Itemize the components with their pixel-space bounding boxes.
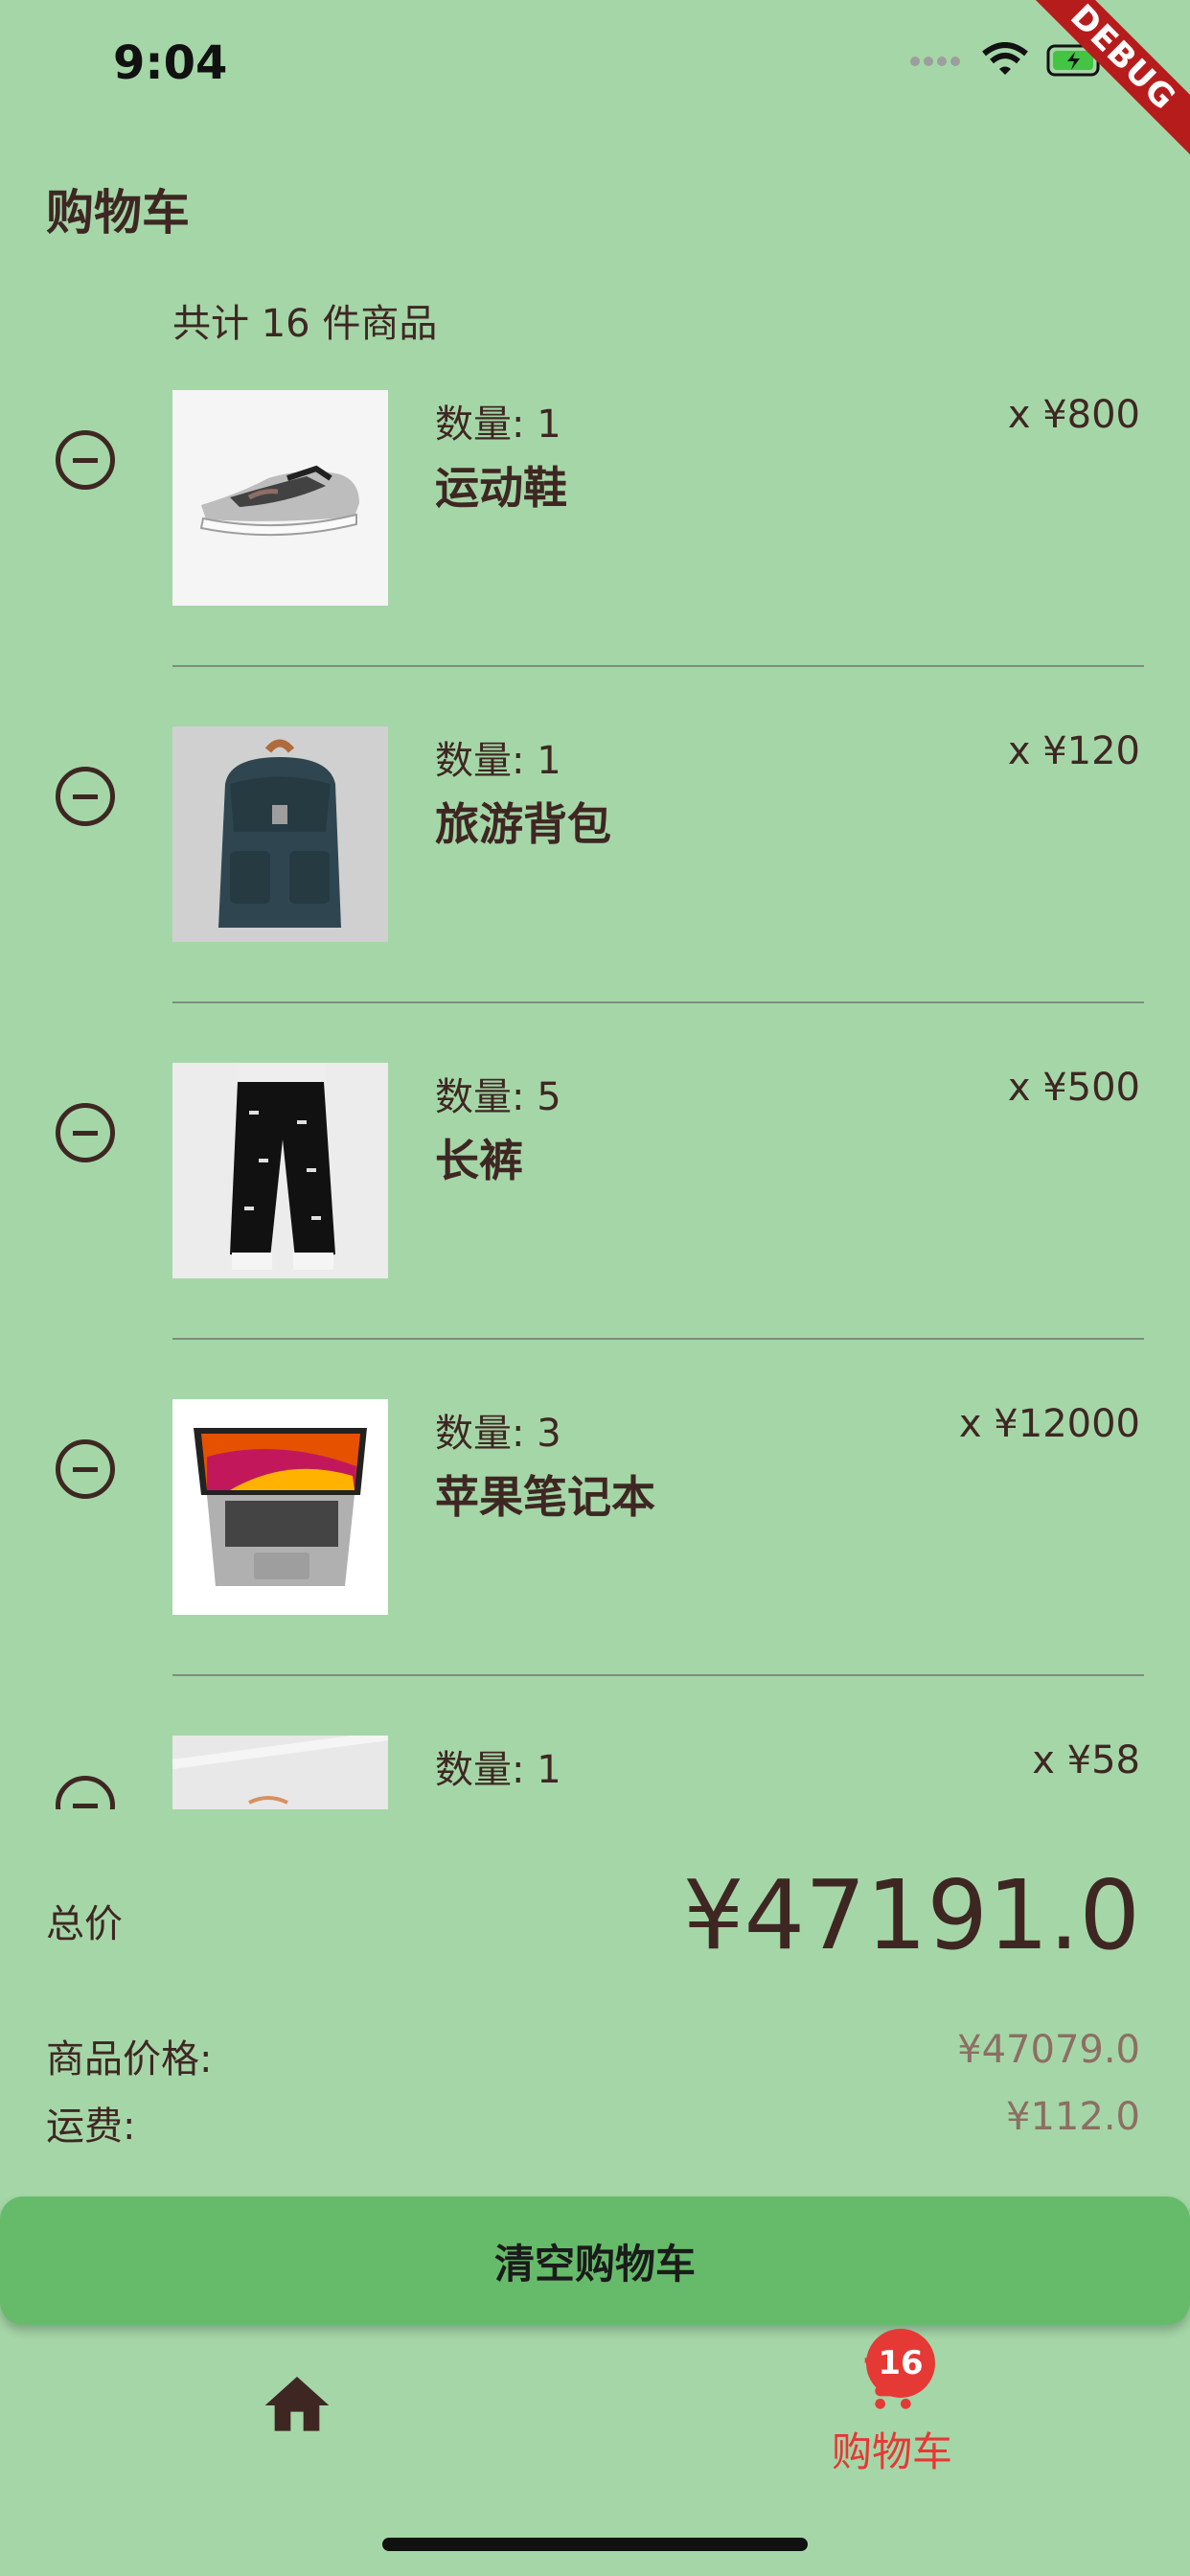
nav-cart-label: 购物车 — [832, 2428, 953, 2475]
status-icons — [908, 42, 1108, 82]
item-count-text: 共计 16 件商品 — [172, 302, 438, 346]
cart-item-row: 数量: 1 旅游背包 x ¥120 — [0, 701, 1190, 1037]
cart-item-row: 数量: 3 苹果笔记本 x ¥12000 — [0, 1373, 1190, 1710]
cart-item-row: 数量: 5 长裤 x ¥500 — [0, 1037, 1190, 1373]
remove-item-button[interactable] — [56, 1776, 115, 1809]
item-divider — [172, 1674, 1144, 1676]
total-value: ¥47191.0 — [682, 1859, 1140, 1971]
shipping-label: 运费: — [46, 2104, 136, 2149]
product-image-sunglasses — [172, 1736, 388, 1809]
remove-item-button[interactable] — [56, 430, 115, 490]
item-name: 旅游背包 — [435, 798, 611, 850]
page-title: 购物车 — [46, 185, 190, 241]
item-quantity: 数量: 1 — [435, 402, 561, 447]
product-image-pants — [172, 1063, 388, 1278]
item-name: 太阳镜 — [435, 1799, 567, 1809]
remove-item-button[interactable] — [56, 1103, 115, 1162]
item-name: 长裤 — [435, 1135, 523, 1186]
cart-item-row: 数量: 1 太阳镜 x ¥58 — [0, 1710, 1190, 1809]
item-price: x ¥500 — [1007, 1066, 1140, 1110]
product-image-sneaker — [172, 390, 388, 606]
shipping-value: ¥112.0 — [1006, 2095, 1140, 2139]
goods-price-label: 商品价格: — [46, 2037, 213, 2082]
item-quantity: 数量: 5 — [435, 1075, 561, 1119]
item-quantity: 数量: 1 — [435, 1748, 561, 1792]
product-image-backpack — [172, 726, 388, 942]
cart-count-badge: 16 — [866, 2329, 935, 2398]
item-price: x ¥120 — [1007, 729, 1140, 773]
item-divider — [172, 1338, 1144, 1340]
debug-banner: DEBUG — [1006, 0, 1190, 174]
clear-cart-button[interactable]: 清空购物车 — [0, 2196, 1190, 2325]
cart-item-row: 数量: 1 运动鞋 x ¥800 — [0, 364, 1190, 701]
status-time: 9:04 — [113, 36, 228, 90]
product-image-laptop — [172, 1399, 388, 1615]
home-icon — [259, 2377, 335, 2448]
remove-item-button[interactable] — [56, 1439, 115, 1499]
total-label: 总价 — [46, 1902, 123, 1946]
item-price: x ¥800 — [1007, 393, 1140, 437]
item-name: 运动鞋 — [435, 462, 567, 514]
item-divider — [172, 665, 1144, 667]
item-name: 苹果笔记本 — [435, 1471, 655, 1523]
nav-home-tab[interactable] — [259, 2367, 335, 2444]
item-price: x ¥12000 — [958, 1402, 1140, 1446]
item-quantity: 数量: 1 — [435, 739, 561, 783]
wifi-icon — [981, 42, 1029, 82]
goods-price-value: ¥47079.0 — [957, 2028, 1140, 2072]
cart-list[interactable]: 数量: 1 运动鞋 x ¥800 数量: 1 旅游背包 x ¥120 数量: 5… — [0, 364, 1190, 1809]
signal-icon — [908, 54, 964, 72]
item-quantity: 数量: 3 — [435, 1412, 561, 1456]
home-indicator — [382, 2538, 808, 2551]
item-divider — [172, 1001, 1144, 1003]
item-price: x ¥58 — [1032, 1738, 1140, 1782]
remove-item-button[interactable] — [56, 767, 115, 826]
